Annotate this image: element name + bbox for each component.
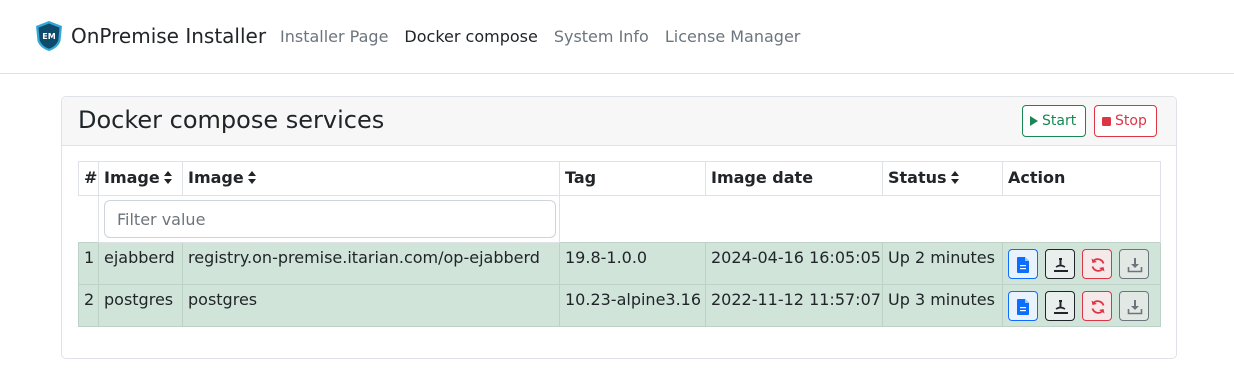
row-tag: 19.8-1.0.0 — [559, 242, 706, 285]
logs-button[interactable] — [1008, 249, 1038, 279]
restart-icon — [1091, 258, 1105, 272]
nav-license-manager[interactable]: License Manager — [665, 26, 801, 48]
start-button[interactable]: Start — [1022, 105, 1086, 137]
row-image-date: 2024-04-16 16:05:05 — [705, 242, 883, 285]
inspect-icon — [1054, 258, 1069, 272]
col-header-tag: Tag — [559, 161, 706, 196]
row-number: 2 — [78, 284, 99, 327]
row-status: Up 3 minutes — [882, 284, 1003, 327]
col-header-image-name[interactable]: Image — [98, 161, 183, 196]
stop-button[interactable]: Stop — [1094, 105, 1157, 137]
row-number: 1 — [78, 242, 99, 285]
brand-logo-text: EM — [42, 32, 55, 41]
nav-installer-page[interactable]: Installer Page — [280, 26, 388, 48]
row-actions — [1002, 242, 1161, 285]
stop-label: Stop — [1115, 113, 1147, 129]
nav-system-info[interactable]: System Info — [554, 26, 649, 48]
inspect-button[interactable] — [1045, 249, 1076, 279]
brand-title: OnPremise Installer — [71, 24, 267, 48]
filter-input[interactable] — [104, 200, 556, 238]
table-row: 2 postgres postgres 10.23-alpine3.16 202… — [78, 284, 1161, 327]
row-actions — [1002, 284, 1161, 327]
inspect-button[interactable] — [1045, 291, 1076, 321]
sort-icon[interactable] — [247, 171, 256, 184]
navbar: EM OnPremise Installer Installer Page Do… — [0, 0, 1234, 74]
table-row: 1 ejabberd registry.on-premise.itarian.c… — [78, 242, 1161, 285]
pull-button[interactable] — [1119, 291, 1150, 321]
table-header-row: # Image Image Tag Image date Status Acti… — [78, 161, 1161, 196]
docker-services-card: Docker compose services Start Stop # Ima… — [61, 96, 1177, 359]
row-image: registry.on-premise.itarian.com/op-ejabb… — [182, 242, 560, 285]
pull-button[interactable] — [1119, 249, 1150, 279]
row-image-date: 2022-11-12 11:57:07 — [705, 284, 883, 327]
restart-button[interactable] — [1082, 291, 1113, 321]
row-image: postgres — [182, 284, 560, 327]
col-header-number: # — [78, 161, 99, 196]
logs-button[interactable] — [1008, 291, 1038, 321]
download-icon — [1127, 258, 1143, 273]
download-icon — [1127, 300, 1143, 315]
filter-row — [79, 195, 1161, 243]
file-icon — [1017, 299, 1029, 315]
inspect-icon — [1054, 300, 1069, 314]
play-icon — [1030, 116, 1038, 126]
row-status: Up 2 minutes — [882, 242, 1003, 285]
services-table: # Image Image Tag Image date Status Acti… — [78, 161, 1161, 327]
col-header-action: Action — [1002, 161, 1161, 196]
sort-icon[interactable] — [163, 171, 172, 184]
stop-icon — [1102, 116, 1111, 126]
card-title: Docker compose services — [78, 106, 385, 134]
row-service-name: ejabberd — [98, 242, 183, 285]
nav-docker-compose[interactable]: Docker compose — [404, 26, 537, 48]
em-logo-icon: EM — [36, 21, 62, 51]
start-label: Start — [1042, 113, 1077, 129]
nav-menu: Installer Page Docker compose System Inf… — [280, 26, 816, 48]
file-icon — [1017, 257, 1029, 273]
row-service-name: postgres — [98, 284, 183, 327]
card-header: Docker compose services Start Stop — [62, 97, 1176, 146]
brand[interactable]: EM OnPremise Installer — [34, 20, 266, 52]
restart-button[interactable] — [1082, 249, 1113, 279]
col-header-image-date: Image date — [705, 161, 883, 196]
col-header-image[interactable]: Image — [182, 161, 560, 196]
col-header-status[interactable]: Status — [882, 161, 1003, 196]
restart-icon — [1091, 300, 1105, 314]
row-tag: 10.23-alpine3.16 — [559, 284, 706, 327]
sort-icon[interactable] — [950, 171, 959, 184]
